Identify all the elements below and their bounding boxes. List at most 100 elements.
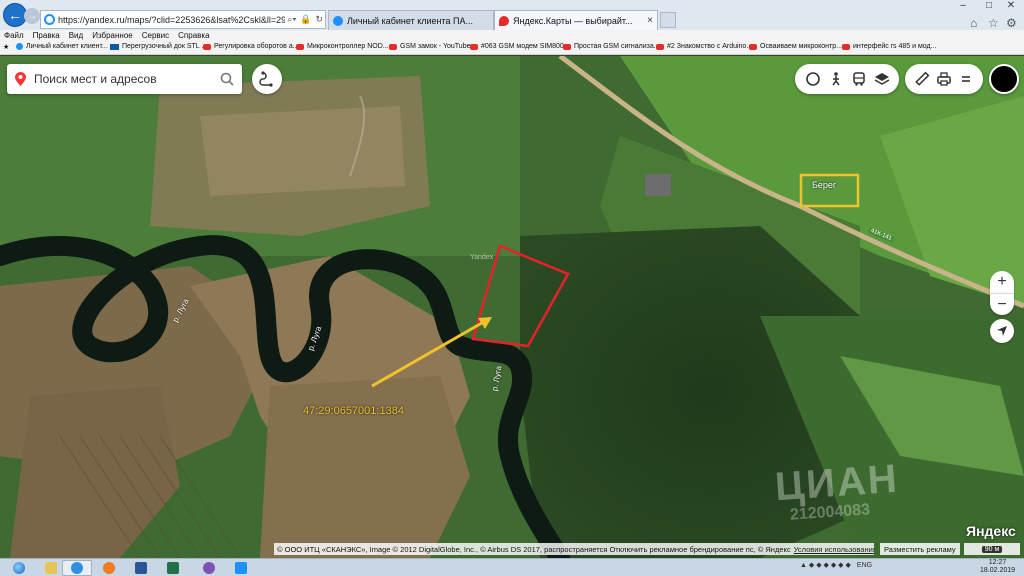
st-icon	[110, 43, 119, 50]
cadastral-number-label: 47:29:0657001:1384	[303, 405, 404, 417]
tab-personal-account[interactable]: Личный кабинет клиента ПА...	[328, 10, 494, 30]
favorite-item[interactable]: интерфейс rs 485 и мод...	[842, 43, 936, 50]
pedestrian-icon[interactable]	[828, 71, 844, 87]
favorite-label: Личный кабинет клиент...	[26, 43, 108, 50]
lock-icon[interactable]: 🔒	[298, 14, 313, 25]
gear-icon[interactable]: ⚙	[1006, 16, 1017, 30]
yandex-maps-favicon-icon	[499, 15, 509, 26]
address-bar[interactable]: https://yandex.ru/maps/?clid=2253626&lsa…	[40, 10, 326, 29]
terms-link[interactable]: Условия использования	[794, 545, 874, 554]
arrow-right-icon: →	[27, 10, 37, 22]
search-input[interactable]	[34, 72, 214, 86]
map-tile-watermark: Yandex	[470, 254, 494, 261]
system-tray: ▲ ◆ ◆ ◆ ◆ ◆ ◆ ENG	[800, 561, 872, 570]
favorite-item[interactable]: Перегрузочный док STL ...	[110, 43, 207, 50]
favorite-item[interactable]: #063 GSM модем SIM800 ...	[470, 43, 572, 50]
favorite-label: Микроконтроллер NOD...	[307, 43, 389, 50]
menu-view[interactable]: Вид	[69, 31, 83, 40]
menu-file[interactable]: Файл	[4, 31, 24, 40]
word-icon	[135, 562, 147, 574]
youtube-icon	[749, 43, 757, 50]
search-dropdown-icon[interactable]: ⌕▾	[285, 14, 298, 25]
copyright-bar: © ООО ИТЦ «СКАНЭКС», Image © 2012 Digita…	[274, 543, 874, 555]
map-canvas[interactable]: Yandex р. Луга р. Луга р. Луга 41К-141 Б…	[0, 56, 1024, 558]
building	[645, 174, 671, 196]
printer-icon[interactable]	[936, 71, 952, 87]
route-icon	[259, 71, 273, 87]
layers-icon[interactable]	[874, 71, 890, 87]
favorite-item[interactable]: #2 Знакомство с Arduino...	[656, 43, 752, 50]
close-window-button[interactable]: ✕	[1000, 0, 1022, 12]
tab-label: Яндекс.Карты — выбирайт...	[513, 15, 633, 26]
favorite-item[interactable]: GSM замок - YouTube	[389, 43, 471, 50]
map-pin-icon	[15, 72, 26, 86]
minimize-button[interactable]: –	[952, 0, 974, 12]
new-tab-button[interactable]	[660, 12, 676, 28]
bus-icon[interactable]	[851, 71, 867, 87]
excel-icon	[167, 562, 179, 574]
favorite-label: интерфейс rs 485 и мод...	[853, 43, 937, 50]
favorite-item[interactable]: Осваиваем микроконтр...	[749, 43, 842, 50]
internet-explorer-icon	[71, 562, 83, 574]
zoom-in-button[interactable]: +	[990, 271, 1014, 293]
favorite-item[interactable]: Личный кабинет клиент...	[16, 43, 108, 50]
favorite-label: Перегрузочный док STL ...	[122, 43, 208, 50]
menu-edit[interactable]: Правка	[33, 31, 60, 40]
mail-icon	[235, 562, 247, 574]
tab-label: Личный кабинет клиента ПА...	[347, 15, 474, 26]
menu-icon[interactable]	[958, 71, 974, 87]
close-tab-icon[interactable]: ×	[643, 15, 653, 26]
menu-tools[interactable]: Сервис	[142, 31, 169, 40]
village-label[interactable]: Берег	[812, 180, 836, 190]
taskbar: ▲ ◆ ◆ ◆ ◆ ◆ ◆ ENG 12:27 18.02.2019	[0, 558, 1024, 576]
browser-chrome: ← → https://yandex.ru/maps/?clid=2253626…	[0, 0, 1024, 30]
taskbar-viber[interactable]	[194, 560, 224, 576]
youtube-icon	[389, 43, 397, 50]
favorite-label: #063 GSM модем SIM800 ...	[481, 43, 572, 50]
taskbar-word[interactable]	[126, 560, 156, 576]
favorite-item[interactable]: Простая GSM сигнализа...	[563, 43, 660, 50]
explorer-icon	[45, 562, 57, 574]
route-button[interactable]	[252, 64, 282, 94]
maximize-button[interactable]: □	[978, 0, 1000, 12]
map-layers-group	[795, 64, 899, 94]
minus-icon: −	[997, 295, 1007, 313]
taskbar-internet-explorer[interactable]	[62, 560, 92, 576]
home-icon[interactable]: ⌂	[970, 16, 977, 30]
geolocation-button[interactable]	[990, 319, 1014, 343]
favorite-label: Регулировка оборотов а...	[214, 43, 299, 50]
taskbar-excel[interactable]	[158, 560, 188, 576]
scale-bar: 90 м	[964, 543, 1020, 555]
avatar[interactable]	[989, 64, 1019, 94]
youtube-icon	[656, 43, 664, 50]
favorite-label: GSM замок - YouTube	[400, 43, 471, 50]
ruler-icon[interactable]	[914, 71, 930, 87]
youtube-icon	[842, 43, 850, 50]
menu-favorites[interactable]: Избранное	[92, 31, 133, 40]
youtube-icon	[470, 43, 478, 50]
taskbar-firefox[interactable]	[94, 560, 124, 576]
taskbar-mail[interactable]	[226, 560, 256, 576]
tab-yandex-maps[interactable]: Яндекс.Карты — выбирайт... ×	[494, 10, 658, 30]
place-ad-button[interactable]: Разместить рекламу	[880, 543, 960, 555]
scale-label: 90 м	[981, 545, 1003, 553]
location-arrow-icon	[997, 326, 1007, 336]
favorites-bar: ★ Личный кабинет клиент... Перегрузочный…	[0, 41, 1024, 55]
favorite-label: #2 Знакомство с Arduino...	[667, 43, 753, 50]
forward-button[interactable]: →	[24, 8, 40, 24]
address-text[interactable]: https://yandex.ru/maps/?clid=2253626&lsa…	[58, 15, 285, 25]
search-box[interactable]	[7, 64, 242, 94]
copyright-text: © ООО ИТЦ «СКАНЭКС», Image © 2012 Digita…	[277, 544, 791, 554]
start-button[interactable]	[4, 560, 34, 576]
tray-icons[interactable]: ▲ ◆ ◆ ◆ ◆ ◆ ◆	[800, 561, 851, 569]
refresh-icon[interactable]: ↻	[313, 14, 325, 25]
panorama-icon[interactable]	[805, 71, 821, 87]
favorite-item[interactable]: Микроконтроллер NOD...	[296, 43, 389, 50]
clock[interactable]: 12:27 18.02.2019	[980, 559, 1015, 575]
menu-help[interactable]: Справка	[178, 31, 209, 40]
search-icon[interactable]	[220, 72, 234, 86]
language-indicator[interactable]: ENG	[857, 562, 872, 569]
viber-icon	[203, 562, 215, 574]
favorites-star-icon[interactable]: ☆	[988, 16, 999, 30]
favorite-item[interactable]: Регулировка оборотов а...	[203, 43, 299, 50]
